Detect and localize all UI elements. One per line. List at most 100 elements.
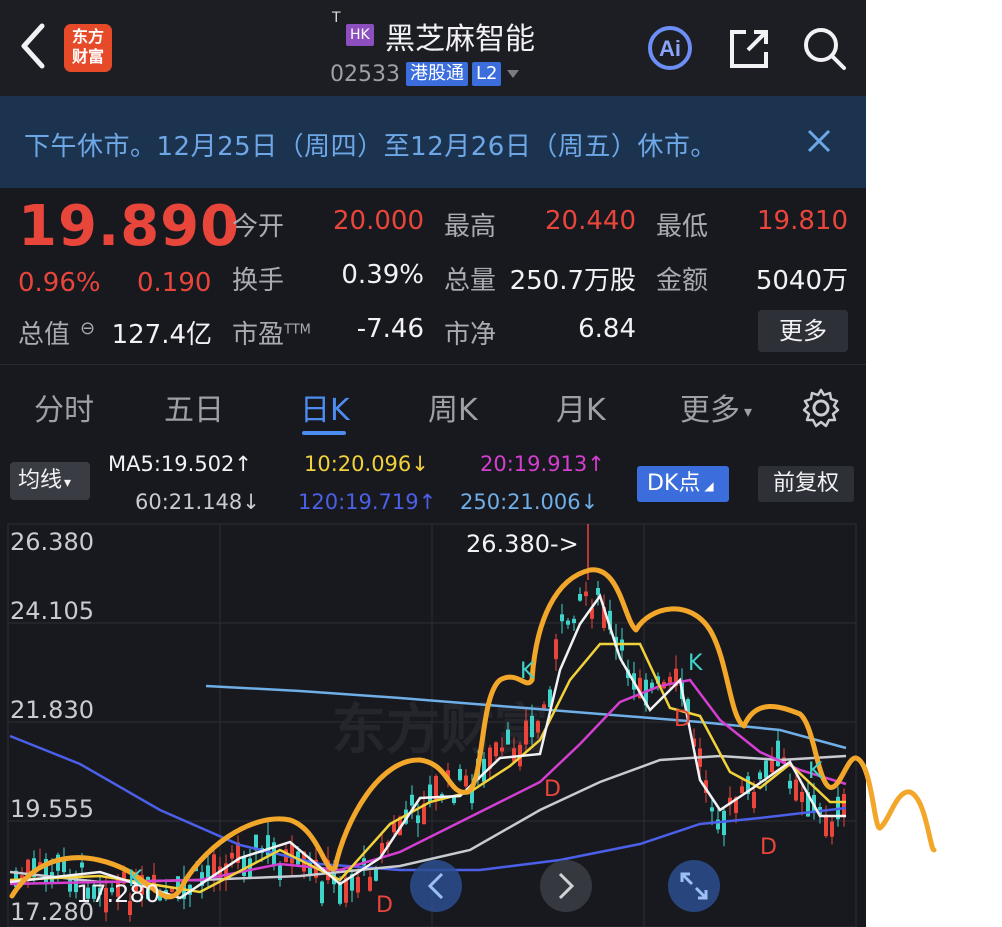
candle-body xyxy=(710,807,714,812)
candle-body xyxy=(770,759,774,773)
candle-body xyxy=(764,760,768,778)
tab-intraday[interactable]: 分时 xyxy=(34,385,94,429)
low-label: 最低 xyxy=(656,212,709,242)
ma250-text: 250:21.006 xyxy=(460,490,581,514)
pe-label: 市盈TTM xyxy=(232,314,311,351)
candle-body xyxy=(374,869,378,881)
t-mark: T xyxy=(332,10,341,26)
ma60-arrow: ↓ xyxy=(242,490,260,514)
market-cap-value: 127.4亿 xyxy=(111,320,212,350)
tab-more[interactable]: 更多 ▾ xyxy=(680,385,752,429)
pe-label-text: 市盈 xyxy=(232,320,285,350)
candle-body xyxy=(788,780,792,789)
scroll-left-button[interactable] xyxy=(410,860,462,912)
turnover-value: 0.39% xyxy=(341,260,424,290)
back-button[interactable] xyxy=(14,18,50,74)
candle-body xyxy=(578,594,582,601)
ma250-arrow: ↓ xyxy=(580,490,599,514)
candle-body xyxy=(824,815,828,837)
max-price-label: 26.380-> xyxy=(466,530,579,558)
level-badge: L2 xyxy=(472,62,502,86)
dk-point-button[interactable]: DK点 ◢ xyxy=(637,466,729,502)
ma120-arrow: ↑ xyxy=(418,490,437,514)
pb-value: 6.84 xyxy=(578,314,636,344)
ma250-value: 250:21.006↓ xyxy=(460,490,598,514)
fullscreen-button[interactable] xyxy=(668,860,720,912)
signal-d: D xyxy=(544,777,561,802)
candle-body xyxy=(428,784,432,803)
signal-d: D xyxy=(674,707,691,732)
adjust-mode-button[interactable]: 前复权 xyxy=(758,466,854,502)
candle-body xyxy=(416,815,420,824)
kline-chart[interactable]: 东方财富 K K K K D D D D 26.380 24.105 21.83… xyxy=(0,520,1002,927)
volume-value: 250.7万股 xyxy=(509,266,636,296)
tab-monthly-k[interactable]: 月K xyxy=(556,385,606,429)
stock-code-selector[interactable]: 02533 港股通 L2 xyxy=(330,60,520,88)
gear-icon[interactable] xyxy=(800,387,842,429)
notice-text: 下午休市。12月25日（周四）至12月26日（周五）休市。 xyxy=(24,132,717,162)
candle-body xyxy=(242,856,246,876)
svg-text:Ai: Ai xyxy=(659,36,681,61)
ma60-text: 60:21.148 xyxy=(135,490,243,514)
candle-body xyxy=(338,884,342,904)
candle-body xyxy=(752,791,756,809)
market-cap-label: 总值 xyxy=(18,320,71,350)
tab-daily-k[interactable]: 日K xyxy=(300,385,350,429)
ai-button[interactable]: Ai xyxy=(646,24,694,72)
logo-line-2: 财富 xyxy=(71,47,104,66)
caret-down-icon: ▾ xyxy=(744,402,753,421)
ma120-value: 120:19.719↑ xyxy=(298,490,436,514)
candle-body xyxy=(572,618,576,624)
high-value: 20.440 xyxy=(545,206,636,236)
ma5-text: MA5:19.502 xyxy=(108,452,235,476)
candle-body xyxy=(830,821,834,837)
close-icon[interactable] xyxy=(804,126,834,156)
info-dots-icon[interactable]: ⊖ xyxy=(80,318,95,339)
candle-body xyxy=(530,715,534,738)
tab-weekly-k[interactable]: 周K xyxy=(428,385,478,429)
candle-body xyxy=(458,768,462,781)
pb-label: 市净 xyxy=(444,320,497,350)
signal-k: K xyxy=(808,759,823,784)
stock-code: 02533 xyxy=(330,61,400,87)
open-label: 今开 xyxy=(232,212,285,242)
caret-down-icon xyxy=(507,70,520,78)
market-notice-bar: 下午休市。12月25日（周四）至12月26日（周五）休市。 xyxy=(0,96,866,188)
volume-label: 总量 xyxy=(444,266,497,296)
ai-icon: Ai xyxy=(648,26,692,70)
period-tabs: 分时 五日 日K 周K 月K 更多 ▾ xyxy=(0,364,866,443)
low-value: 19.810 xyxy=(757,206,848,236)
high-label: 最高 xyxy=(444,212,497,242)
search-button[interactable] xyxy=(800,24,848,72)
tab-more-label: 更多 xyxy=(680,393,740,428)
candle-body xyxy=(464,775,468,787)
candle-body xyxy=(524,720,528,745)
more-quote-button[interactable]: 更多 xyxy=(758,310,848,352)
ma60-value: 60:21.148↓ xyxy=(135,490,260,514)
candle-body xyxy=(560,614,564,622)
y-tick-label: 24.105 xyxy=(10,597,94,625)
amount-value: 5040万 xyxy=(755,266,848,296)
min-price-label: 17.280 xyxy=(76,880,160,908)
stock-title: T HK 黑芝麻智能 xyxy=(330,8,590,57)
candle-body xyxy=(80,862,84,868)
scroll-right-button[interactable] xyxy=(540,860,592,912)
corner-triangle-icon: ◢ xyxy=(704,479,714,493)
connect-badge: 港股通 xyxy=(406,62,468,86)
market-badge: HK xyxy=(346,24,374,46)
tab-five-day[interactable]: 五日 xyxy=(164,385,224,429)
candle-body xyxy=(392,822,396,833)
ma5-arrow: ↑ xyxy=(234,452,253,476)
active-tab-indicator xyxy=(302,431,346,435)
last-price: 19.890 xyxy=(18,194,241,259)
y-tick-label: 19.555 xyxy=(10,795,94,823)
pe-value: -7.46 xyxy=(356,314,424,344)
share-button[interactable] xyxy=(726,24,774,72)
candle-body xyxy=(230,852,234,859)
open-value: 20.000 xyxy=(333,206,424,236)
ma-selector-button[interactable]: 均线 ▾ xyxy=(10,462,90,500)
candle-body xyxy=(596,588,600,595)
candle-body xyxy=(494,742,498,757)
top-header: 东方 财富 T HK 黑芝麻智能 02533 港股通 L2 Ai xyxy=(0,0,866,96)
y-tick-label: 26.380 xyxy=(10,528,94,556)
